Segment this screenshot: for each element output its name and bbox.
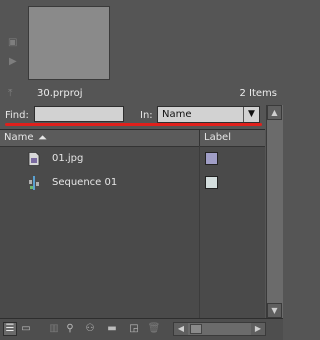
label-color-swatch[interactable] — [205, 152, 218, 165]
scroll-down-arrow-icon[interactable]: ▼ — [267, 303, 282, 318]
list-header: Name ⏶ Label — [0, 130, 265, 147]
scroll-right-arrow-icon[interactable]: ▶ — [251, 323, 265, 335]
horizontal-scrollbar[interactable]: ◀ ▶ — [173, 322, 266, 336]
column-header-label[interactable]: Label — [204, 132, 231, 143]
up-folder-icon[interactable]: ⤒ — [8, 88, 12, 99]
list-item[interactable]: 01.jpg — [0, 147, 265, 171]
item-name: Sequence 01 — [52, 177, 118, 188]
column-header-name[interactable]: Name — [4, 132, 34, 143]
list-item[interactable]: Sequence 01 — [0, 171, 265, 195]
scroll-up-arrow-icon[interactable]: ▲ — [267, 105, 282, 120]
clip-preview-thumbnail — [28, 6, 110, 80]
in-filter-value: Name — [162, 109, 192, 120]
project-item-list[interactable]: Name ⏶ Label 01.jpg Sequence 01 — [0, 129, 265, 319]
in-label: In: — [140, 110, 153, 121]
sort-ascending-icon[interactable]: ⏶ — [38, 131, 47, 145]
sequence-icon — [29, 176, 39, 190]
new-item-icon[interactable]: ◲ — [127, 322, 141, 336]
column-divider[interactable] — [199, 130, 200, 146]
automate-to-sequence-icon[interactable]: ▥ — [47, 322, 61, 336]
image-file-icon — [28, 152, 40, 166]
in-filter-select[interactable]: Name ▼ — [157, 106, 260, 123]
label-color-swatch[interactable] — [205, 176, 218, 189]
icon-view-icon[interactable]: ▭ — [19, 322, 33, 336]
project-name: 30.prproj — [37, 88, 83, 99]
item-name: 01.jpg — [52, 153, 84, 164]
find-label: Find: — [5, 110, 29, 121]
vertical-scrollbar[interactable]: ▲ ▼ — [266, 105, 283, 318]
scroll-thumb[interactable] — [190, 324, 202, 334]
binoculars-icon[interactable]: ⚇ — [83, 322, 97, 336]
new-bin-icon[interactable]: ▬ — [105, 322, 119, 336]
red-annotation-underline — [5, 123, 262, 126]
scroll-left-arrow-icon[interactable]: ◀ — [174, 323, 188, 335]
dropdown-arrow-icon[interactable]: ▼ — [243, 107, 259, 122]
poster-frame-icon[interactable]: ▣ — [8, 37, 17, 48]
delete-icon[interactable]: 🗑 — [147, 322, 161, 336]
list-view-icon[interactable]: ☰ — [3, 322, 17, 336]
find-icon[interactable]: ⚲ — [63, 322, 77, 336]
bottom-toolbar: ☰ ▭ ▥ ⚲ ⚇ ▬ ◲ 🗑 ◀ ▶ — [0, 318, 283, 340]
find-input[interactable] — [34, 106, 124, 122]
item-count: 2 Items — [239, 88, 277, 99]
play-icon[interactable]: ▶ — [9, 56, 17, 67]
